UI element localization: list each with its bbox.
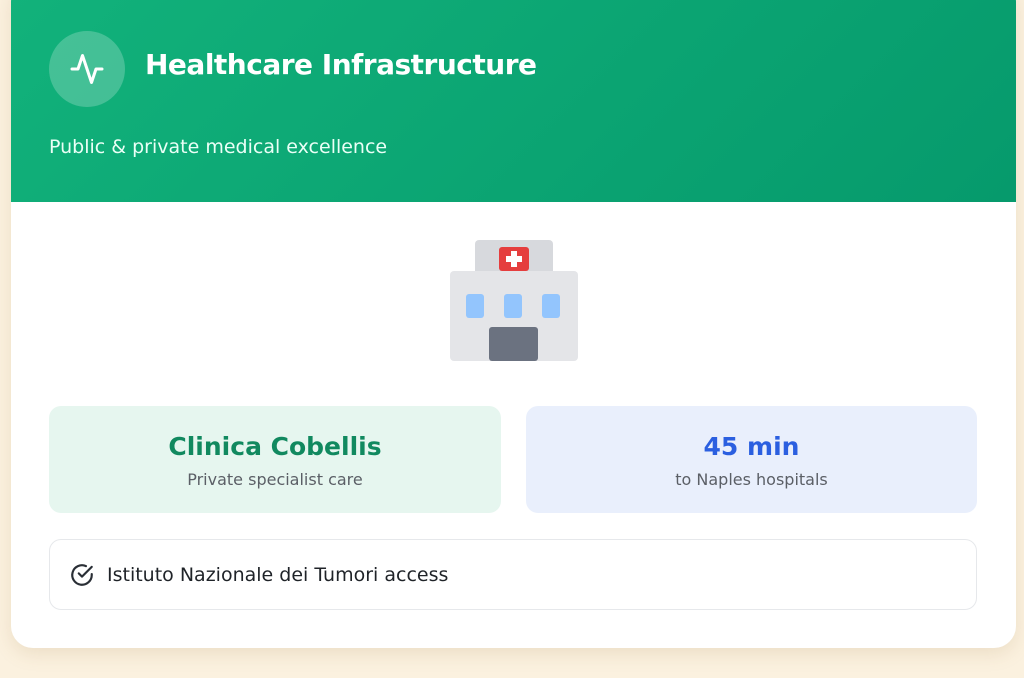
check-circle-icon bbox=[69, 562, 95, 588]
card-title: Healthcare Infrastructure bbox=[145, 48, 537, 81]
healthcare-card: Healthcare Infrastructure Public & priva… bbox=[11, 0, 1016, 648]
stat-value: Clinica Cobellis bbox=[168, 432, 382, 461]
card-subtitle: Public & private medical excellence bbox=[49, 136, 388, 158]
stat-travel-time: 45 min to Naples hospitals bbox=[526, 406, 977, 513]
pulse-icon bbox=[70, 54, 104, 84]
feature-item: Istituto Nazionale dei Tumori access bbox=[49, 539, 977, 610]
header-icon-badge bbox=[49, 31, 125, 107]
hospital-icon bbox=[450, 240, 578, 361]
stat-label: to Naples hospitals bbox=[675, 470, 828, 489]
card-header: Healthcare Infrastructure Public & priva… bbox=[11, 0, 1016, 202]
stat-label: Private specialist care bbox=[187, 470, 363, 489]
stat-clinic: Clinica Cobellis Private specialist care bbox=[49, 406, 501, 513]
stat-value: 45 min bbox=[703, 432, 800, 461]
feature-text: Istituto Nazionale dei Tumori access bbox=[107, 563, 449, 586]
